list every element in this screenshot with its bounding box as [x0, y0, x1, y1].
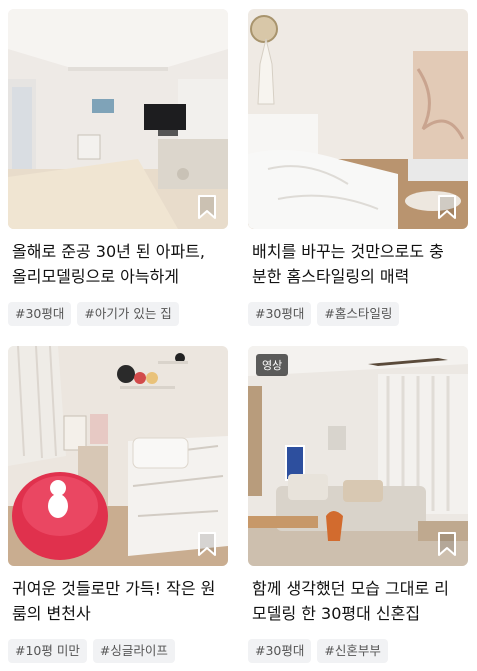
bookmark-icon[interactable]	[196, 531, 218, 557]
living-room-photo	[8, 9, 228, 229]
tag-list: #10평 미만 #싱글라이프	[8, 639, 228, 663]
tag-chip[interactable]: #홈스타일링	[317, 302, 400, 326]
card-title[interactable]: 함께 생각했던 모습 그대로 리 모델링 한 30평대 신혼집	[252, 576, 468, 628]
video-badge: 영상	[256, 354, 289, 376]
card-living-room[interactable]: 올해로 준공 30년 된 아파트, 올리모델링으로 아늑하게 #30평대 #아기…	[8, 9, 228, 326]
card-title[interactable]: 배치를 바꾸는 것만으로도 충 분한 홈스타일링의 매력	[252, 239, 468, 291]
bookmark-icon[interactable]	[196, 194, 218, 220]
tag-chip[interactable]: #아기가 있는 집	[77, 302, 179, 326]
bookmark-icon[interactable]	[436, 531, 458, 557]
card-thumbnail[interactable]	[8, 9, 228, 229]
card-title[interactable]: 귀여운 것들로만 가득! 작은 원 룸의 변천사	[12, 576, 228, 628]
card-thumbnail[interactable]: 영상	[248, 346, 468, 566]
card-title[interactable]: 올해로 준공 30년 된 아파트, 올리모델링으로 아늑하게	[12, 239, 228, 291]
tag-chip[interactable]: #30평대	[8, 302, 72, 326]
tag-chip[interactable]: #10평 미만	[8, 639, 87, 663]
card-studio[interactable]: 귀여운 것들로만 가득! 작은 원 룸의 변천사 #10평 미만 #싱글라이프	[8, 346, 228, 663]
studio-room-photo	[8, 346, 228, 566]
tag-chip[interactable]: #30평대	[248, 302, 312, 326]
bedroom-photo	[248, 9, 468, 229]
bookmark-icon[interactable]	[436, 194, 458, 220]
tag-chip[interactable]: #신혼부부	[317, 639, 388, 663]
tag-list: #30평대 #신혼부부	[248, 639, 468, 663]
card-bedroom[interactable]: 배치를 바꾸는 것만으로도 충 분한 홈스타일링의 매력 #30평대 #홈스타일…	[248, 9, 468, 326]
card-newlywed-home[interactable]: 영상 함께 생각했던 모습 그대로 리 모델링 한 30평대 신혼집 #30평대…	[248, 346, 468, 663]
card-thumbnail[interactable]	[248, 9, 468, 229]
tag-chip[interactable]: #싱글라이프	[92, 639, 175, 663]
card-thumbnail[interactable]	[8, 346, 228, 566]
tag-chip[interactable]: #30평대	[248, 639, 312, 663]
tag-list: #30평대 #홈스타일링	[248, 302, 468, 326]
newlywed-living-room-photo	[248, 346, 468, 566]
tag-list: #30평대 #아기가 있는 집	[8, 302, 228, 326]
